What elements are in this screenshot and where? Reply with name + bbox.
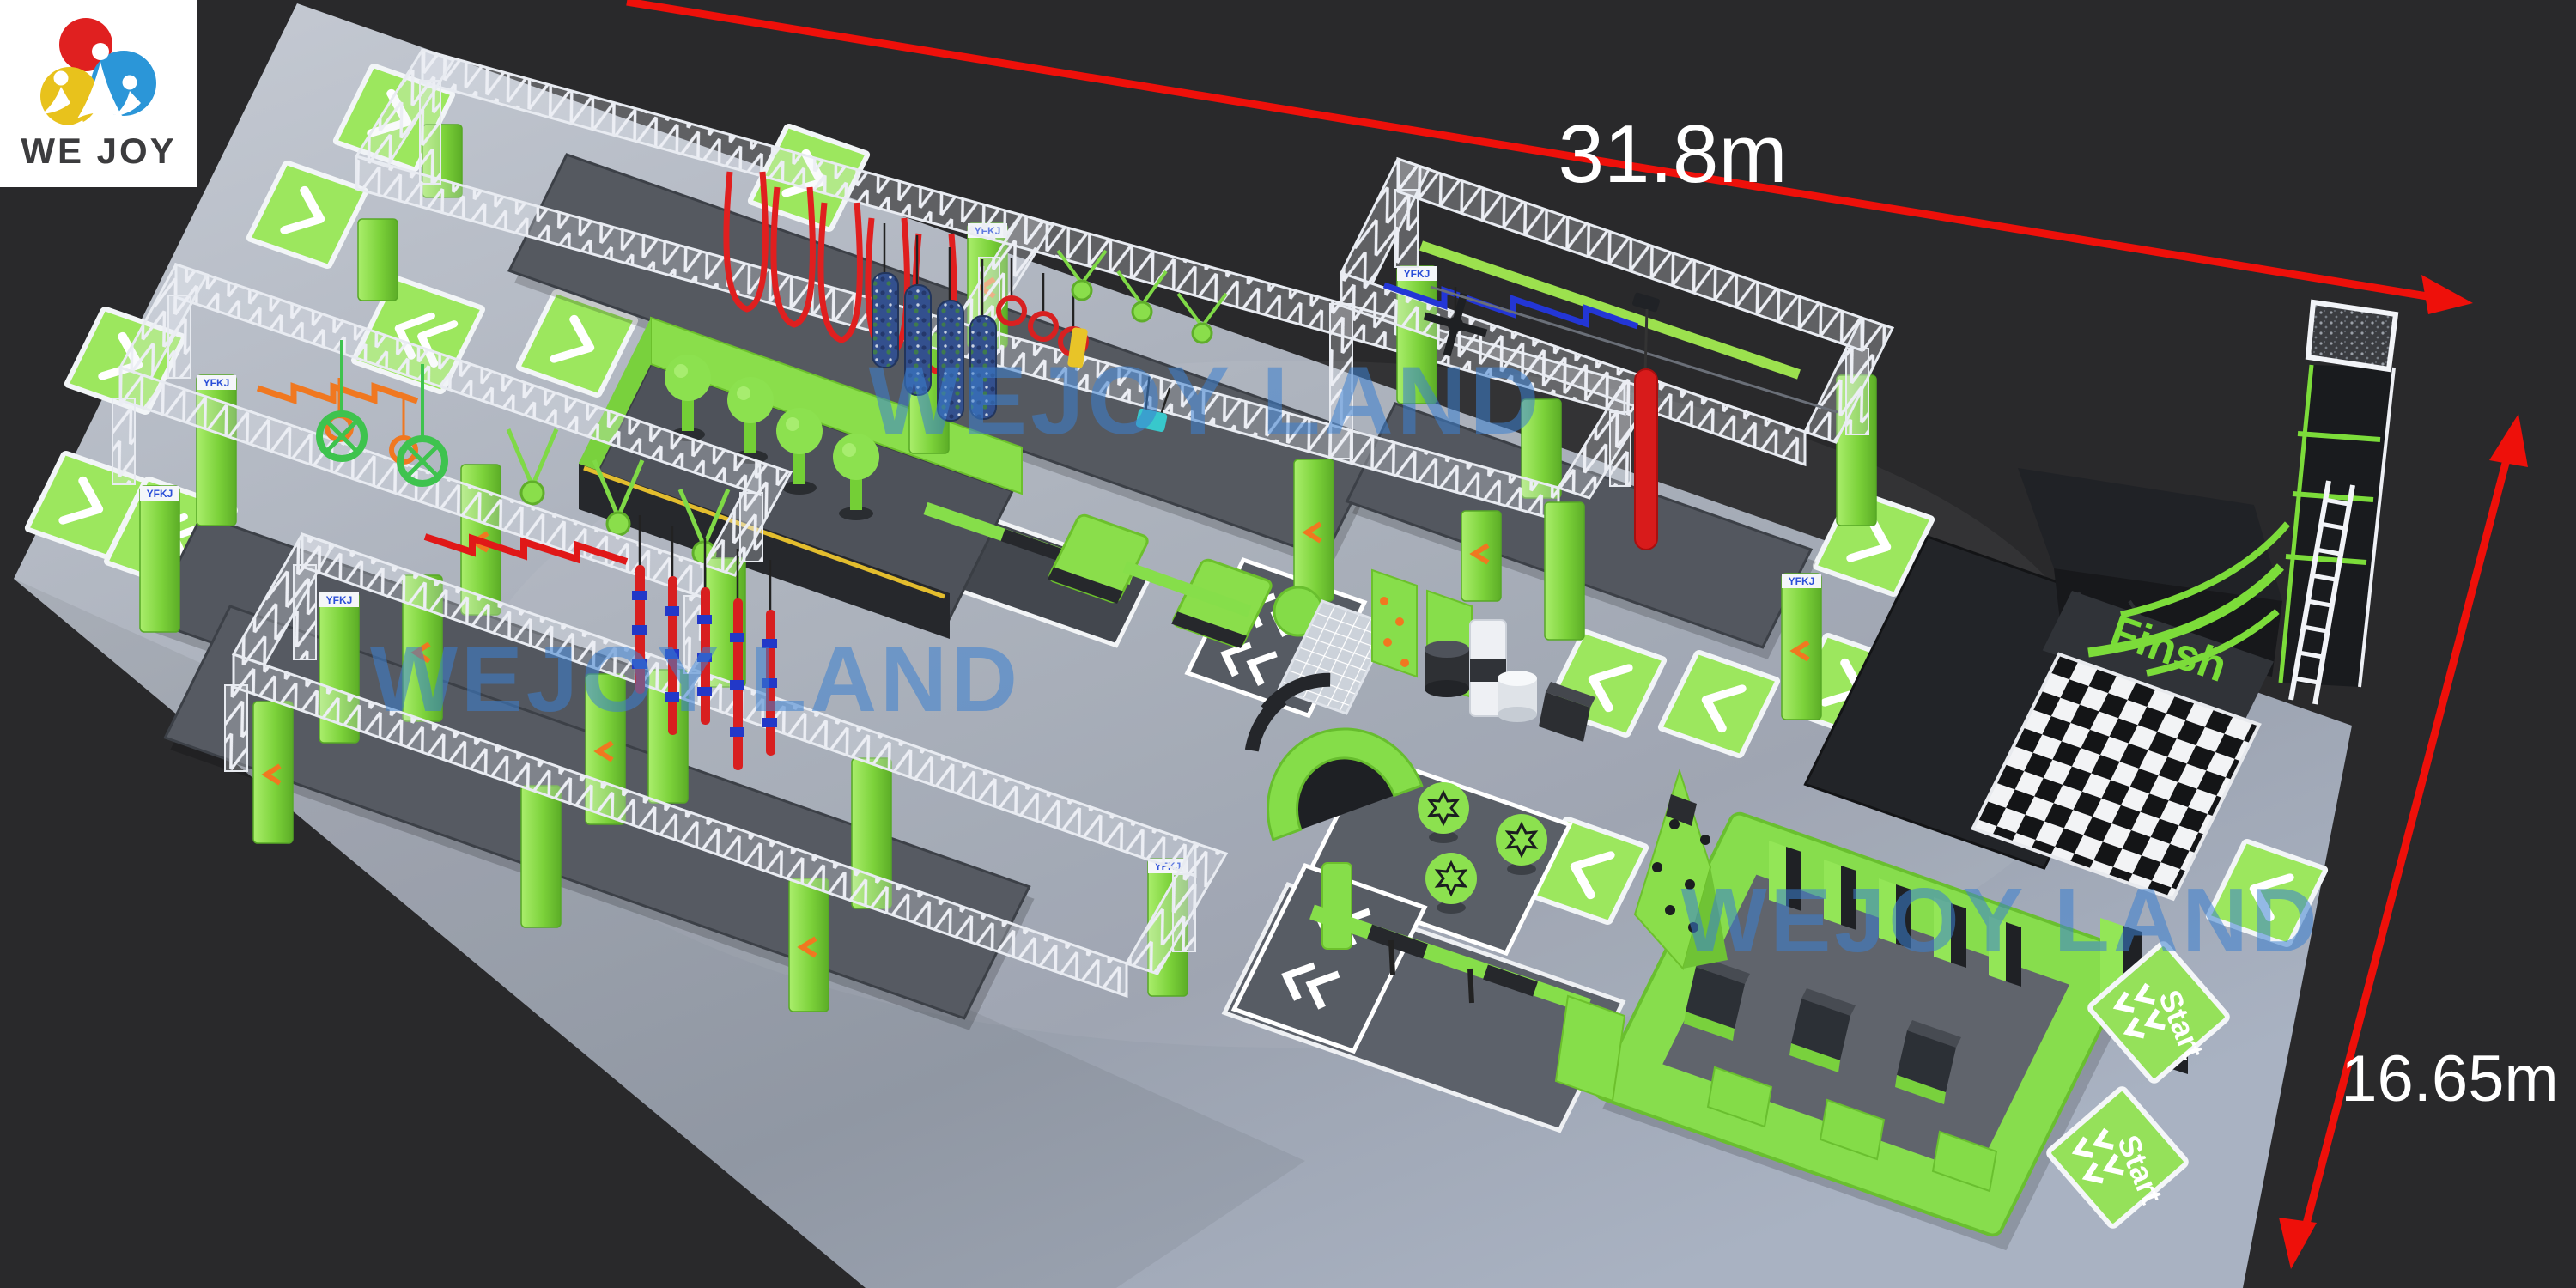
truss-post: [740, 493, 762, 562]
depth-dimension-label: 16.65m: [2341, 1042, 2559, 1115]
watermark-text: WEJOY LAND: [370, 627, 1021, 731]
truss-post: [1846, 349, 1868, 434]
pillar-tag: YFKJ: [1404, 268, 1431, 280]
pillar-tag: YFKJ: [204, 377, 230, 389]
tower-top-pad: [2308, 302, 2396, 369]
truss-post: [1173, 874, 1195, 951]
pillar-tag: YFKJ: [1789, 575, 1815, 587]
truss-post: [1395, 190, 1418, 267]
truss-post: [420, 81, 440, 184]
watermark-text: WEJOY LAND: [1681, 870, 2321, 971]
pillar-tag: YFKJ: [326, 594, 353, 606]
truss-post: [112, 398, 135, 484]
width-dimension-label: 31.8m: [1558, 108, 1788, 200]
truss-post: [225, 685, 247, 771]
course-3d-render: Finsh YFKJ: [0, 0, 2576, 1288]
truss-post: [168, 295, 191, 378]
pillar-tag: YFKJ: [147, 488, 173, 500]
brand-logo: WE JOY: [0, 0, 197, 187]
watermark-text: WEJOY LAND: [869, 347, 1543, 454]
logo-wordmark: WE JOY: [21, 131, 176, 171]
hanging-red-bag: [1635, 369, 1657, 550]
ninja-course-render-page: Finsh YFKJ: [0, 0, 2576, 1288]
truss-post: [294, 565, 316, 659]
truss-post: [1610, 412, 1631, 486]
